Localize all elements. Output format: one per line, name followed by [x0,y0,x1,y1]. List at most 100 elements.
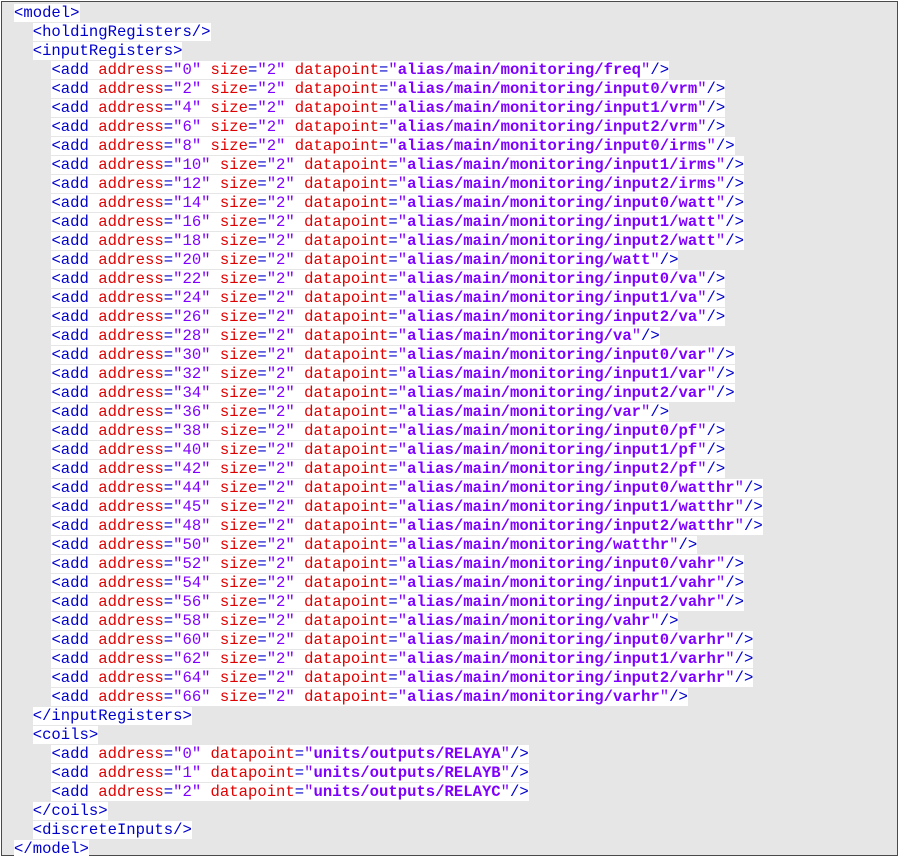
xml-tag: <add [51,61,99,79]
attr-name: size [219,365,258,383]
attr-equals: = [388,175,398,193]
code-line: <add address="16" size="2" datapoint="al… [14,213,763,232]
attr-equals: = [257,346,267,364]
attr-name: datapoint [304,650,389,668]
xml-tag: <add [51,479,99,497]
attr-equals: = [379,118,389,136]
xml-tag: <add [51,365,99,383]
xml-tag-close: /> [715,346,735,364]
xml-tag-close: /> [706,118,726,136]
code-line: <add address="58" size="2" datapoint="al… [14,612,763,631]
code-line-content: <add address="2" datapoint="units/output… [51,783,529,801]
address-value: "52" [173,555,211,573]
xml-tag: <add [51,99,99,117]
attr-equals: = [257,555,267,573]
xml-tag-close: /> [725,593,744,611]
attr-name: size [210,99,248,117]
attr-name: datapoint [304,156,389,174]
attr-name: address [98,270,164,288]
code-line: <add address="22" size="2" datapoint="al… [14,270,763,289]
code-line-content: <add address="38" size="2" datapoint="al… [51,422,726,440]
xml-tag: <add [51,631,99,649]
xml-tag: <add [51,574,99,592]
datapoint-value: alias/main/monitoring/input1/watthr [407,498,735,516]
attr-name: address [98,403,164,421]
size-value: "2" [266,574,295,592]
attr-name: address [98,61,164,79]
quote: " [631,327,642,345]
attr-equals: = [379,80,389,98]
attr-equals: = [163,460,174,478]
code-line: <add address="26" size="2" datapoint="al… [14,308,763,327]
code-line-content: <add address="28" size="2" datapoint="al… [51,327,660,345]
code-line-content: <add address="26" size="2" datapoint="al… [51,308,726,326]
attr-name: size [219,289,258,307]
xml-tag-close: /> [725,213,744,231]
attr-equals: = [247,137,258,155]
size-value: "2" [266,346,295,364]
attr-equals: = [388,251,398,269]
attr-equals: = [163,365,174,383]
size-value: "2" [266,403,295,421]
code-line-content: <add address="54" size="2" datapoint="al… [51,574,744,592]
attr-name: address [98,460,164,478]
attr-equals: = [247,99,258,117]
attr-name: address [98,346,164,364]
quote: " [388,118,398,136]
size-value: "2" [266,479,295,497]
attr-name: datapoint [304,441,389,459]
datapoint-value: alias/main/monitoring/input2/irms [407,175,716,193]
quote: " [697,99,707,117]
code-line: <add address="8" size="2" datapoint="ali… [14,137,763,156]
address-value: "36" [173,403,211,421]
code-line-content: <add address="10" size="2" datapoint="al… [51,156,744,174]
size-value: "2" [266,194,295,212]
attr-equals: = [257,517,267,535]
code-line-content: <add address="6" size="2" datapoint="ali… [51,118,726,136]
address-value: "16" [173,213,211,231]
size-value: "2" [257,99,286,117]
xml-tag-close: /> [734,669,754,687]
attr-name: size [219,441,258,459]
quote: " [304,745,314,763]
code-line-content: <add address="48" size="2" datapoint="al… [51,517,763,535]
xml-code-block: <model> <holdingRegisters/> <inputRegist… [14,4,763,859]
xml-tag-close: /> [510,783,529,801]
attr-equals: = [379,61,389,79]
xml-tag: <add [51,270,99,288]
attr-equals: = [163,327,174,345]
xml-tag-close: /> [725,574,744,592]
quote: " [697,441,707,459]
attr-equals: = [163,631,174,649]
quote: " [397,650,408,668]
xml-tag-close: /> [650,61,670,79]
attr-equals: = [163,479,174,497]
datapoint-value: alias/main/monitoring/input2/va [407,308,698,326]
xml-tag: <add [51,536,99,554]
code-line-content: <add address="12" size="2" datapoint="al… [51,175,744,193]
attr-equals: = [163,612,174,630]
code-line: <add address="4" size="2" datapoint="ali… [14,99,763,118]
size-value: "2" [266,555,295,573]
address-value: "1" [173,764,202,782]
attr-name: datapoint [304,251,389,269]
xml-tag: <add [51,498,99,516]
attr-name: datapoint [304,213,389,231]
attr-name: address [98,80,164,98]
xml-tag-close: /> [706,441,726,459]
attr-name: address [98,517,164,535]
xml-tag-close: /> [659,612,679,630]
code-line-content: <coils> [32,726,99,744]
code-line-content: <add address="45" size="2" datapoint="al… [51,498,763,516]
attr-name: address [98,783,164,801]
address-value: "56" [173,593,211,611]
xml-tag: <coils> [32,726,99,744]
datapoint-value: alias/main/monitoring/watt [407,251,651,269]
xml-tag: <inputRegisters> [32,42,183,60]
attr-equals: = [257,270,267,288]
datapoint-value: alias/main/monitoring/input0/varhr [407,631,726,649]
attr-name: datapoint [304,593,389,611]
code-line-content: <add address="8" size="2" datapoint="ali… [51,137,735,155]
attr-equals: = [294,745,305,763]
size-value: "2" [266,650,295,668]
